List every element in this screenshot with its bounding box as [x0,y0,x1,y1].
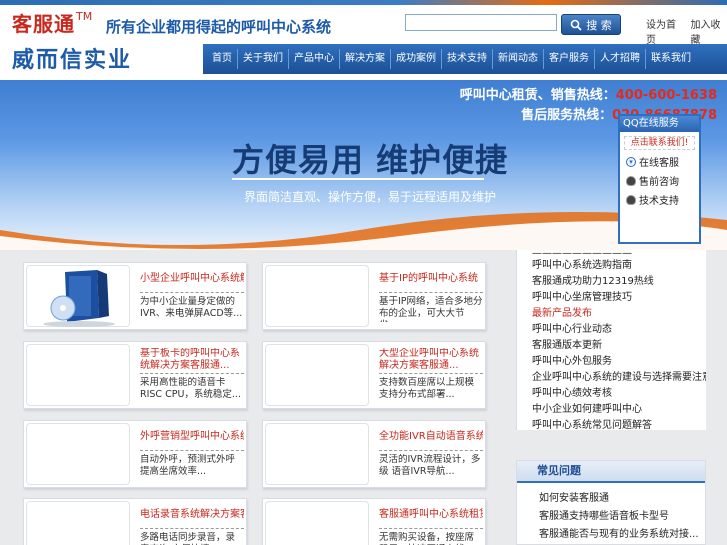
product-desc: 多路电话同步录音，录音查询 方便快捷... [140,532,236,545]
brand-logo[interactable]: 客服通 [12,8,75,37]
qq-item-online[interactable]: ▾ 在线客服 [626,154,699,169]
product-card[interactable]: 电话录音系统解决方案客服通 多路电话同步录音，录音查询 方便快捷... [23,498,247,545]
product-image [265,265,369,327]
banner-subtitle: 界面简洁直观、操作方便，易于远程适用及维护 [244,190,497,204]
product-title[interactable]: 客服通呼叫中心系统租赁服务 [379,505,483,520]
search-input[interactable] [405,14,557,31]
contact-us-link[interactable]: 点击联系我们! [624,136,695,150]
nav-item[interactable]: 关于我们 [238,49,289,69]
faq-item[interactable]: 如何安装客服通 [517,491,705,507]
nav-item[interactable]: 产品中心 [289,49,340,69]
page: 客服通 TM 威而信实业 所有企业都用得起的呼叫中心系统 搜 索 设为首页 加入… [0,0,727,545]
qq-item-presales[interactable]: 售前咨询 [626,173,699,188]
search-button-label: 搜 索 [586,18,612,32]
nav-item[interactable]: 技术支持 [442,49,493,69]
list-item[interactable]: 企业呼叫中心系统的建设与选择需要注意 [517,370,706,386]
card-divider [379,292,483,293]
product-card[interactable]: 外呼营销型呼叫中心系统解决方案 自动外呼，预测式外呼 提高坐席效率... [23,420,247,488]
product-desc: 无需购买设备，按座席租用，快速开通上线... [379,532,475,545]
nav-item[interactable]: 客户服务 [544,49,595,69]
qq-penguin-icon [626,175,636,186]
card-divider [140,373,244,374]
product-desc: 采用高性能的语音卡RISC CPU，系统稳定... [140,377,241,400]
card-divider [379,450,483,451]
nav-item[interactable]: 新闻动态 [493,49,544,69]
list-item[interactable]: 呼叫中心绩效考核 [517,386,706,402]
card-divider [140,528,244,529]
news-list: —————————— 呼叫中心系统选购指南 客服通成功助力12319热线 呼叫中… [516,250,706,430]
product-title[interactable]: 小型企业呼叫中心系统解决方案 [140,269,244,284]
product-image [265,423,369,485]
faq-item[interactable]: 客服通能否与现有的业务系统对接... [517,527,705,543]
nav-item[interactable]: 人才招聘 [595,49,646,69]
product-image [265,501,369,545]
chevron-down-icon: ▾ [626,156,636,167]
list-item[interactable]: 呼叫中心外包服务 [517,354,706,370]
product-desc: 自动外呼，预测式外呼 提高坐席效率... [140,454,236,477]
header-links: 设为首页 加入收藏 [646,16,727,46]
trademark-mark: TM [76,10,93,23]
product-image [26,501,130,545]
product-desc: 支持数百座席以上规模 支持分布式部署... [379,377,475,400]
card-divider [379,373,483,374]
card-divider [379,528,483,529]
product-card[interactable]: 基于IP的呼叫中心系统 基于IP网络，适合多地分布的企业，可大大节省... [262,262,486,330]
search-button[interactable]: 搜 索 [561,14,621,35]
set-homepage-link[interactable]: 设为首页 [646,16,683,46]
list-item[interactable]: 呼叫中心行业动态 [517,322,706,338]
top-accent-bar [0,0,727,5]
software-box-icon [43,270,115,327]
faq-panel: 常见问题 如何安装客服通 客服通支持哪些语音板卡型号 客服通能否与现有的业务系统… [516,460,706,545]
product-image [26,423,130,485]
nav-item[interactable]: 联系我们 [646,49,696,69]
product-card[interactable]: 大型企业呼叫中心系统解决方案客服通... 支持数百座席以上规模 支持分布式部署.… [262,341,486,409]
list-item[interactable]: 客服通成功助力12319热线 [517,274,706,290]
product-image [26,265,130,327]
qq-service-panel: QQ在线服务 点击联系我们! ▾ 在线客服 售前咨询 技术支持 [618,114,701,244]
card-divider [140,292,244,293]
product-title[interactable]: 基于IP的呼叫中心系统 [379,269,483,284]
product-image [265,344,369,406]
product-desc: 基于IP网络，适合多地分布的企业，可大大节省... [379,296,483,322]
header: 客服通 TM 威而信实业 所有企业都用得起的呼叫中心系统 搜 索 设为首页 加入… [0,0,727,80]
main-nav: 首页 关于我们 产品中心 解决方案 成功案例 技术支持 新闻动态 客户服务 人才… [203,44,727,74]
faq-title: 常见问题 [517,461,705,483]
qq-item-support[interactable]: 技术支持 [626,192,699,207]
banner-title: 方便易用 维护便捷 [232,141,509,179]
product-image [26,344,130,406]
qq-penguin-icon [626,194,636,205]
qq-panel-title: QQ在线服务 [620,116,699,132]
product-title[interactable]: 大型企业呼叫中心系统解决方案客服通... [379,348,483,372]
product-card[interactable]: 全功能IVR自动语音系统 灵活的IVR流程设计，多级 语音IVR导航... [262,420,486,488]
slogan: 所有企业都用得起的呼叫中心系统 [106,18,332,36]
card-divider [140,450,244,451]
nav-item[interactable]: 首页 [207,49,238,69]
product-desc: 为中小企业量身定做的IVR、来电弹屏ACD等... [140,296,243,319]
faq-item[interactable]: 客服通支持哪些语音板卡型号 [517,509,705,525]
company-name: 威而信实业 [12,47,133,73]
list-item[interactable]: 呼叫中心系统常见问题解答 [517,418,706,430]
product-card[interactable]: 基于板卡的呼叫中心系统解决方案客服通... 采用高性能的语音卡RISC CPU，… [23,341,247,409]
list-item[interactable]: 最新产品发布 [517,306,706,322]
list-item[interactable]: 中小企业如何建呼叫中心 [517,402,706,418]
product-card[interactable]: 客服通呼叫中心系统租赁服务 无需购买设备，按座席租用，快速开通上线... [262,498,486,545]
sales-hotline: 呼叫中心租赁、销售热线：400-600-1638 [459,88,717,103]
list-item[interactable]: 客服通版本更新 [517,338,706,354]
list-item: —————————— [532,250,632,258]
product-card[interactable]: 小型企业呼叫中心系统解决方案 为中小企业量身定做的IVR、来电弹屏ACD等... [23,262,247,330]
list-item[interactable]: 呼叫中心系统选购指南 [517,258,706,274]
search-icon [570,19,582,31]
product-desc: 灵活的IVR流程设计，多级 语音IVR导航... [379,454,481,477]
product-title[interactable]: 全功能IVR自动语音系统 [379,427,483,442]
add-favorite-link[interactable]: 加入收藏 [691,16,727,46]
list-item[interactable]: 呼叫中心坐席管理技巧 [517,290,706,306]
nav-item[interactable]: 成功案例 [391,49,442,69]
product-title[interactable]: 外呼营销型呼叫中心系统解决方案 [140,427,244,442]
banner-divider [232,178,484,180]
nav-item[interactable]: 解决方案 [340,49,391,69]
product-title[interactable]: 电话录音系统解决方案客服通 [140,505,244,520]
product-title[interactable]: 基于板卡的呼叫中心系统解决方案客服通... [140,348,244,372]
